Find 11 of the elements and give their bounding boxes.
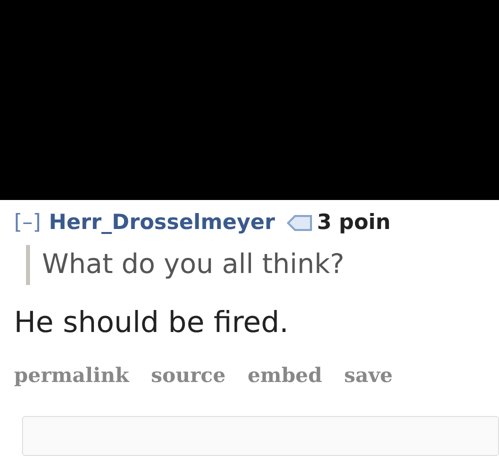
points-text: 3 poin [317, 209, 391, 236]
quote-text: What do you all think? [42, 248, 344, 282]
action-link[interactable]: embed [248, 360, 322, 390]
action-link[interactable]: permalink [14, 360, 129, 390]
comment-body: He should be fired. [14, 304, 290, 340]
action-link[interactable]: save [344, 360, 393, 390]
collapse-toggle[interactable]: [–] [14, 207, 41, 239]
author-link[interactable]: Herr_Drosselmeyer [48, 207, 275, 239]
tag-icon [287, 214, 313, 232]
quote-bar [26, 245, 30, 285]
action-link[interactable]: source [150, 360, 226, 390]
